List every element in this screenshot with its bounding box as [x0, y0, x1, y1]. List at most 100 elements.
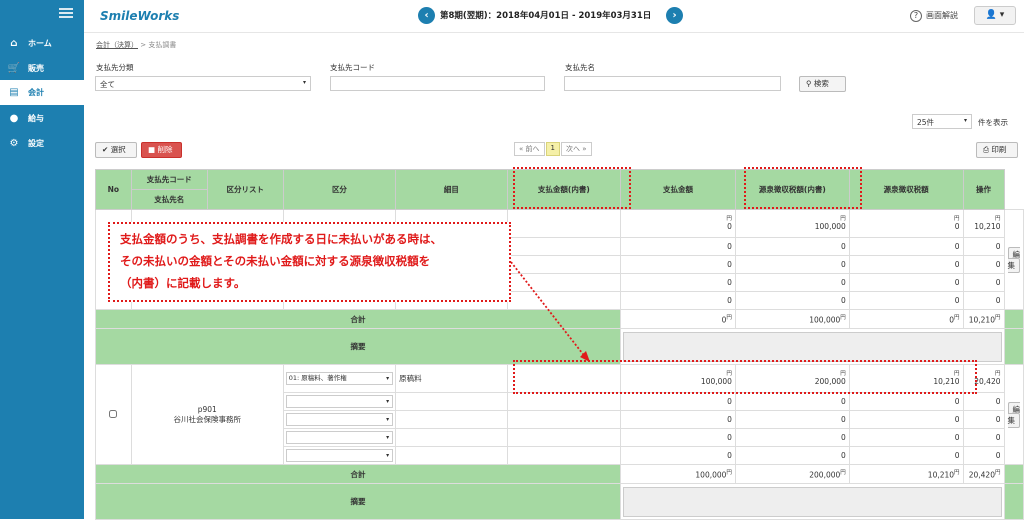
amount-cell: 0 — [962, 255, 1005, 274]
amount-value: 0 — [954, 397, 960, 406]
amount-cell: 0 — [962, 291, 1005, 310]
amount-cell: 0 — [848, 410, 964, 429]
code-label: 支払先コード — [330, 63, 375, 72]
help-link[interactable]: ? 画面解説 — [910, 10, 958, 22]
amount-value: 0 — [727, 451, 732, 460]
amount-cell: 円 100,000 — [734, 209, 850, 238]
kubun-select[interactable]: ▾ — [285, 449, 394, 462]
kubun-cell: 原稿料 — [395, 364, 508, 393]
amount-cell: 0 — [734, 428, 850, 447]
memo-action-cell — [1003, 483, 1024, 520]
memo-textarea[interactable] — [623, 486, 1002, 517]
sidebar-item-label: 給与 — [28, 114, 44, 123]
amount-value: 0 — [995, 296, 1001, 305]
pager-page-1[interactable]: 1 — [545, 142, 560, 156]
user-menu-button[interactable]: 👤 ▾ — [974, 6, 1016, 25]
amount-cell: 0 — [962, 237, 1005, 256]
amount-cell: 0 — [848, 392, 964, 411]
help-label: 画面解説 — [926, 11, 958, 20]
sidebar-item-label: 販売 — [28, 64, 44, 73]
detail-cell — [506, 237, 622, 256]
yen-unit: 円 — [840, 315, 846, 322]
detail-cell — [506, 209, 622, 238]
sidebar-item-sales[interactable]: 🛒 販売 — [0, 56, 84, 81]
per-page-select[interactable]: 25件 ▾ — [912, 114, 972, 129]
fiscal-period: 第8期(翌期)：2018年04月01日 - 2019年03月31日 — [440, 11, 652, 21]
amount-value: 0 — [841, 433, 846, 442]
select-button[interactable]: ✔ 選択 — [95, 142, 137, 158]
printer-icon: ⎙ — [983, 145, 989, 154]
delete-button[interactable]: ■ 削除 — [141, 142, 182, 158]
sidebar-item-payroll[interactable]: ● 給与 — [0, 106, 84, 131]
kubun-cell — [395, 392, 508, 411]
sidebar-item-accounting[interactable]: ▤ 会計 — [0, 80, 84, 105]
amount-value: 0 — [727, 278, 732, 287]
kubun-select[interactable]: ▾ — [285, 431, 394, 444]
amount-value: 0 — [954, 260, 960, 269]
col-code: 支払先コード — [130, 169, 208, 190]
user-icon: 👤 — [985, 10, 997, 20]
detail-cell — [506, 291, 622, 310]
highlight-naisho-values — [513, 360, 977, 394]
payee-name: 谷川社会保険事務所 — [173, 414, 241, 424]
col-action: 操作 — [962, 169, 1005, 210]
total-amount: 10,210円 — [962, 309, 1005, 329]
amount-value: 0 — [727, 433, 732, 442]
annotation-line-2: その未払いの金額とその未払い金額に対する源泉徴収税額を — [120, 254, 431, 268]
prev-period-button[interactable]: ‹ — [418, 7, 435, 24]
amount-cell: 円 10,210 — [962, 209, 1005, 238]
amount-value: 0 — [727, 242, 732, 251]
amount-value: 0 — [995, 260, 1001, 269]
highlight-pay-naisho-header — [513, 167, 631, 209]
amount-value: 0 — [954, 242, 960, 251]
hamburger-menu-icon[interactable] — [59, 8, 73, 18]
yen-unit: 円 — [840, 470, 846, 477]
row-checkbox[interactable] — [109, 409, 118, 418]
kubun-list-cell: ▾ — [282, 428, 397, 447]
breadcrumb-current: 支払調書 — [148, 41, 177, 49]
amount-cell: 0 — [620, 428, 736, 447]
sidebar-item-settings[interactable]: ⚙ 設定 — [0, 131, 84, 156]
annotation-line-3: （内書）に記載します。 — [120, 276, 246, 290]
amount-cell: 0 — [848, 446, 964, 465]
amount-value: 0 — [954, 433, 960, 442]
name-input[interactable] — [564, 76, 781, 91]
per-page-value: 25件 — [917, 118, 935, 127]
next-period-button[interactable]: › — [666, 7, 683, 24]
amount-cell: 0 — [734, 291, 850, 310]
search-button-label: 検索 — [813, 79, 829, 88]
amount-cell: 0 — [734, 255, 850, 274]
pager-prev[interactable]: « 前へ — [514, 142, 545, 156]
total-row: 合計 100,000円 200,000円 10,210円 20,420円 — [94, 464, 1024, 484]
pager-next[interactable]: 次へ » — [560, 142, 592, 156]
amount-cell: 0 — [620, 392, 736, 411]
sidebar-item-home[interactable]: ⌂ ホーム — [0, 31, 84, 56]
yen-unit: 円 — [954, 216, 960, 222]
kubun-select[interactable]: ▾ — [285, 413, 394, 426]
edit-button[interactable]: 編集 — [1007, 246, 1020, 273]
caret-down-icon: ▾ — [999, 10, 1005, 20]
print-button[interactable]: ⎙ 印刷 — [976, 142, 1018, 158]
detail-cell — [506, 392, 622, 411]
kubun-select[interactable]: 01: 原稿料、著作権 ▾ — [285, 372, 394, 385]
trash-icon: ■ — [148, 145, 156, 154]
search-button[interactable]: ⚲ 検索 — [799, 76, 846, 92]
amount-value: 0 — [841, 296, 846, 305]
col-detail: 細目 — [395, 169, 508, 210]
breadcrumb-parent-link[interactable]: 会計（決算） — [96, 41, 138, 49]
total-amount: 0円 — [620, 309, 736, 329]
gear-icon: ⚙ — [9, 138, 19, 149]
edit-button[interactable]: 編集 — [1007, 401, 1020, 428]
amount-value: 0 — [727, 296, 732, 305]
category-select[interactable]: 全て ▾ — [95, 76, 311, 91]
kubun-select[interactable]: ▾ — [285, 395, 394, 408]
code-input[interactable] — [330, 76, 545, 91]
memo-textarea[interactable] — [623, 331, 1002, 362]
amount-cell: 0 — [620, 446, 736, 465]
moneybag-icon: ● — [9, 113, 19, 124]
amount-value: 0 — [954, 451, 960, 460]
yen-unit: 円 — [726, 315, 732, 322]
detail-cell — [506, 410, 622, 429]
select-button-label: 選択 — [110, 145, 126, 154]
amount-cell: 0 — [620, 410, 736, 429]
